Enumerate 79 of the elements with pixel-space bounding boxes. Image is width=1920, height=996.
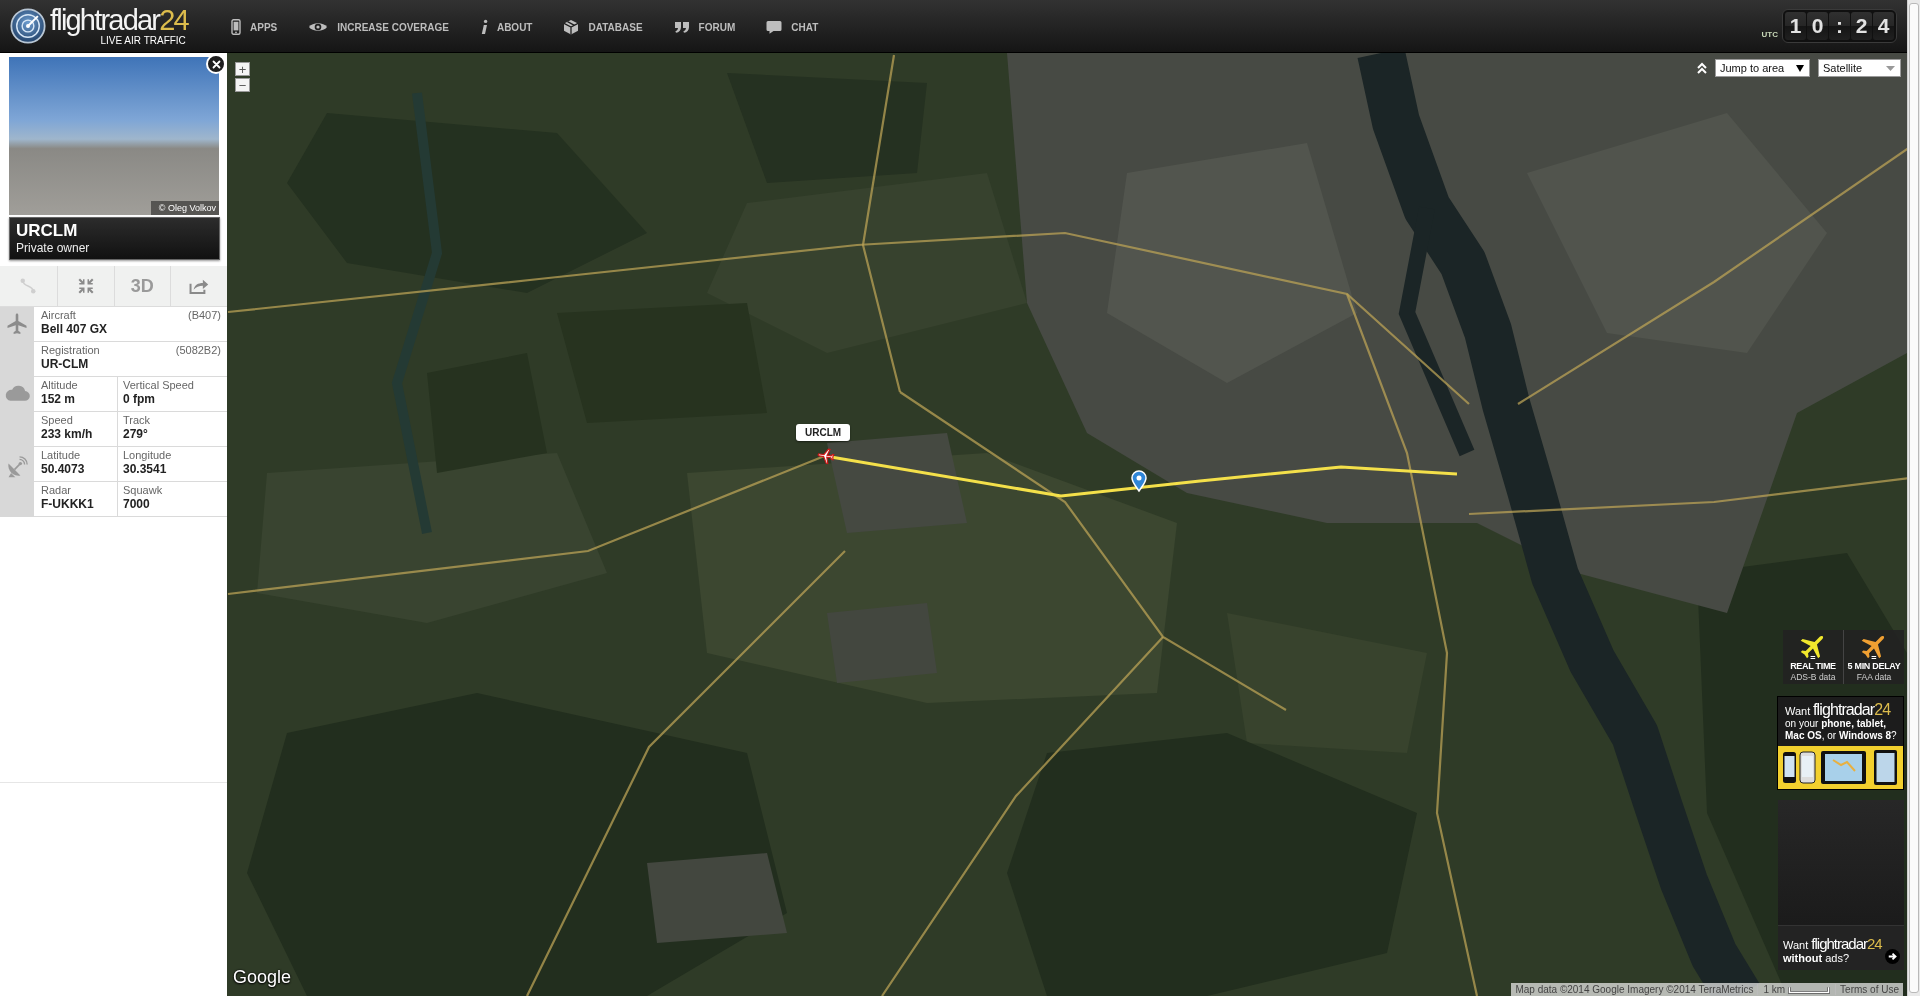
double-chevron-up-icon: [1697, 62, 1707, 74]
field-label: Squawk: [123, 484, 163, 497]
field-value: 7000: [123, 497, 150, 512]
ad-free-promo-card[interactable]: Want flightradar24 without ads?: [1778, 925, 1904, 970]
field-label: Longitude: [123, 449, 172, 462]
eye-icon: [308, 21, 329, 33]
nav-link[interactable]: INCREASE COVERAGE: [308, 19, 449, 33]
clock-digit: :: [1829, 12, 1850, 40]
aircraft-icon[interactable]: [817, 448, 835, 465]
field-value: 30.3541: [123, 462, 167, 477]
collapse-button[interactable]: [1697, 62, 1707, 74]
clock-digit: 4: [1873, 12, 1894, 40]
field-value: 233 km/h: [41, 427, 93, 442]
logo-wordmark: flightradar24: [50, 6, 188, 35]
plane-icon: [5, 312, 29, 336]
field-value: UR-CLM: [41, 357, 89, 372]
operator-name: Private owner: [16, 241, 90, 255]
field-value: 152 m: [41, 392, 76, 407]
scale-bar: [1788, 985, 1831, 994]
nav-link[interactable]: ABOUT: [479, 17, 533, 35]
radar-logo-icon: [10, 8, 46, 44]
close-icon: [211, 59, 221, 69]
scale-label: 1 km: [1763, 984, 1786, 995]
box-icon: [563, 19, 580, 35]
equals-sign: =: [1871, 656, 1877, 661]
clock-digit: 1: [1785, 12, 1806, 40]
promo-text: Want flightradar24 without ads?: [1783, 936, 1882, 965]
clock-digit: 0: [1807, 12, 1828, 40]
satellite-dish-icon: [6, 456, 28, 478]
field-label: Vertical Speed: [123, 379, 194, 392]
clock-digit: 2: [1851, 12, 1872, 40]
apps-promo-card[interactable]: Want flightradar24 on your phone, tablet, Mac OS, or Windows 8?: [1777, 696, 1904, 790]
field-value: 50.4073: [41, 462, 85, 477]
quote-icon: [673, 21, 690, 33]
field-value: 0 fpm: [123, 392, 155, 407]
arrow-right-icon: [1885, 949, 1900, 964]
zoom-in-button[interactable]: +: [235, 62, 250, 76]
nav-link[interactable]: APPS: [231, 17, 278, 35]
logo-tagline: LIVE AIR TRAFFIC: [100, 35, 186, 46]
phone-icon: [231, 19, 241, 35]
field-label: Altitude: [41, 379, 78, 392]
area-dropdown[interactable]: Jump to area: [1715, 59, 1810, 77]
nav-link[interactable]: FORUM: [673, 19, 736, 33]
field-code: (B407): [187, 309, 221, 322]
cloud-icon: [4, 385, 30, 402]
nav-link[interactable]: DATABASE: [563, 17, 643, 35]
field-code: (5082B2): [175, 344, 221, 357]
share-icon: [189, 277, 210, 295]
field-label: Aircraft: [41, 309, 76, 322]
google-logo: Google: [233, 967, 292, 988]
field-label: Registration: [41, 344, 100, 357]
feed-subtitle: ADS-B data: [1790, 672, 1836, 682]
info-icon: [479, 19, 488, 35]
time-zone-label: UTC: [1761, 30, 1778, 39]
field-label: Latitude: [41, 449, 81, 462]
equals-sign: =: [1810, 656, 1816, 661]
caret-icon: [1796, 64, 1804, 72]
feed-title: 5 MIN DELAY: [1847, 661, 1901, 672]
field-value: Bell 407 GX: [41, 322, 108, 337]
field-label: Radar: [41, 484, 71, 497]
terms-link[interactable]: Terms of Use: [1835, 984, 1903, 995]
zoom-out-button[interactable]: −: [235, 78, 250, 92]
field-label: Speed: [41, 414, 73, 427]
callsign: URCLM: [16, 221, 78, 241]
close-button[interactable]: [206, 54, 226, 74]
field-value: F-UKKK1: [41, 497, 94, 512]
feed-title: REAL TIME: [1790, 661, 1836, 672]
flight-label[interactable]: URCLM: [796, 424, 851, 441]
map-pin-icon[interactable]: [1131, 470, 1147, 492]
field-value: 279°: [123, 427, 148, 442]
feed-subtitle: FAA data: [1856, 672, 1892, 682]
field-label: Track: [123, 414, 151, 427]
map-attribution: Map data ©2014 Google Imagery ©2014 TerraMetrics: [1514, 984, 1755, 995]
speech-bubble-icon: [766, 20, 783, 34]
map-type-dropdown[interactable]: Satellite: [1818, 59, 1901, 77]
promo-text: Want flightradar24 on your phone, tablet, Mac OS, or Windows 8?: [1784, 700, 1898, 743]
caret-icon: [1886, 65, 1895, 71]
photo-credit: © Oleg Volkov: [150, 201, 219, 215]
nav-link[interactable]: CHAT: [766, 18, 819, 34]
